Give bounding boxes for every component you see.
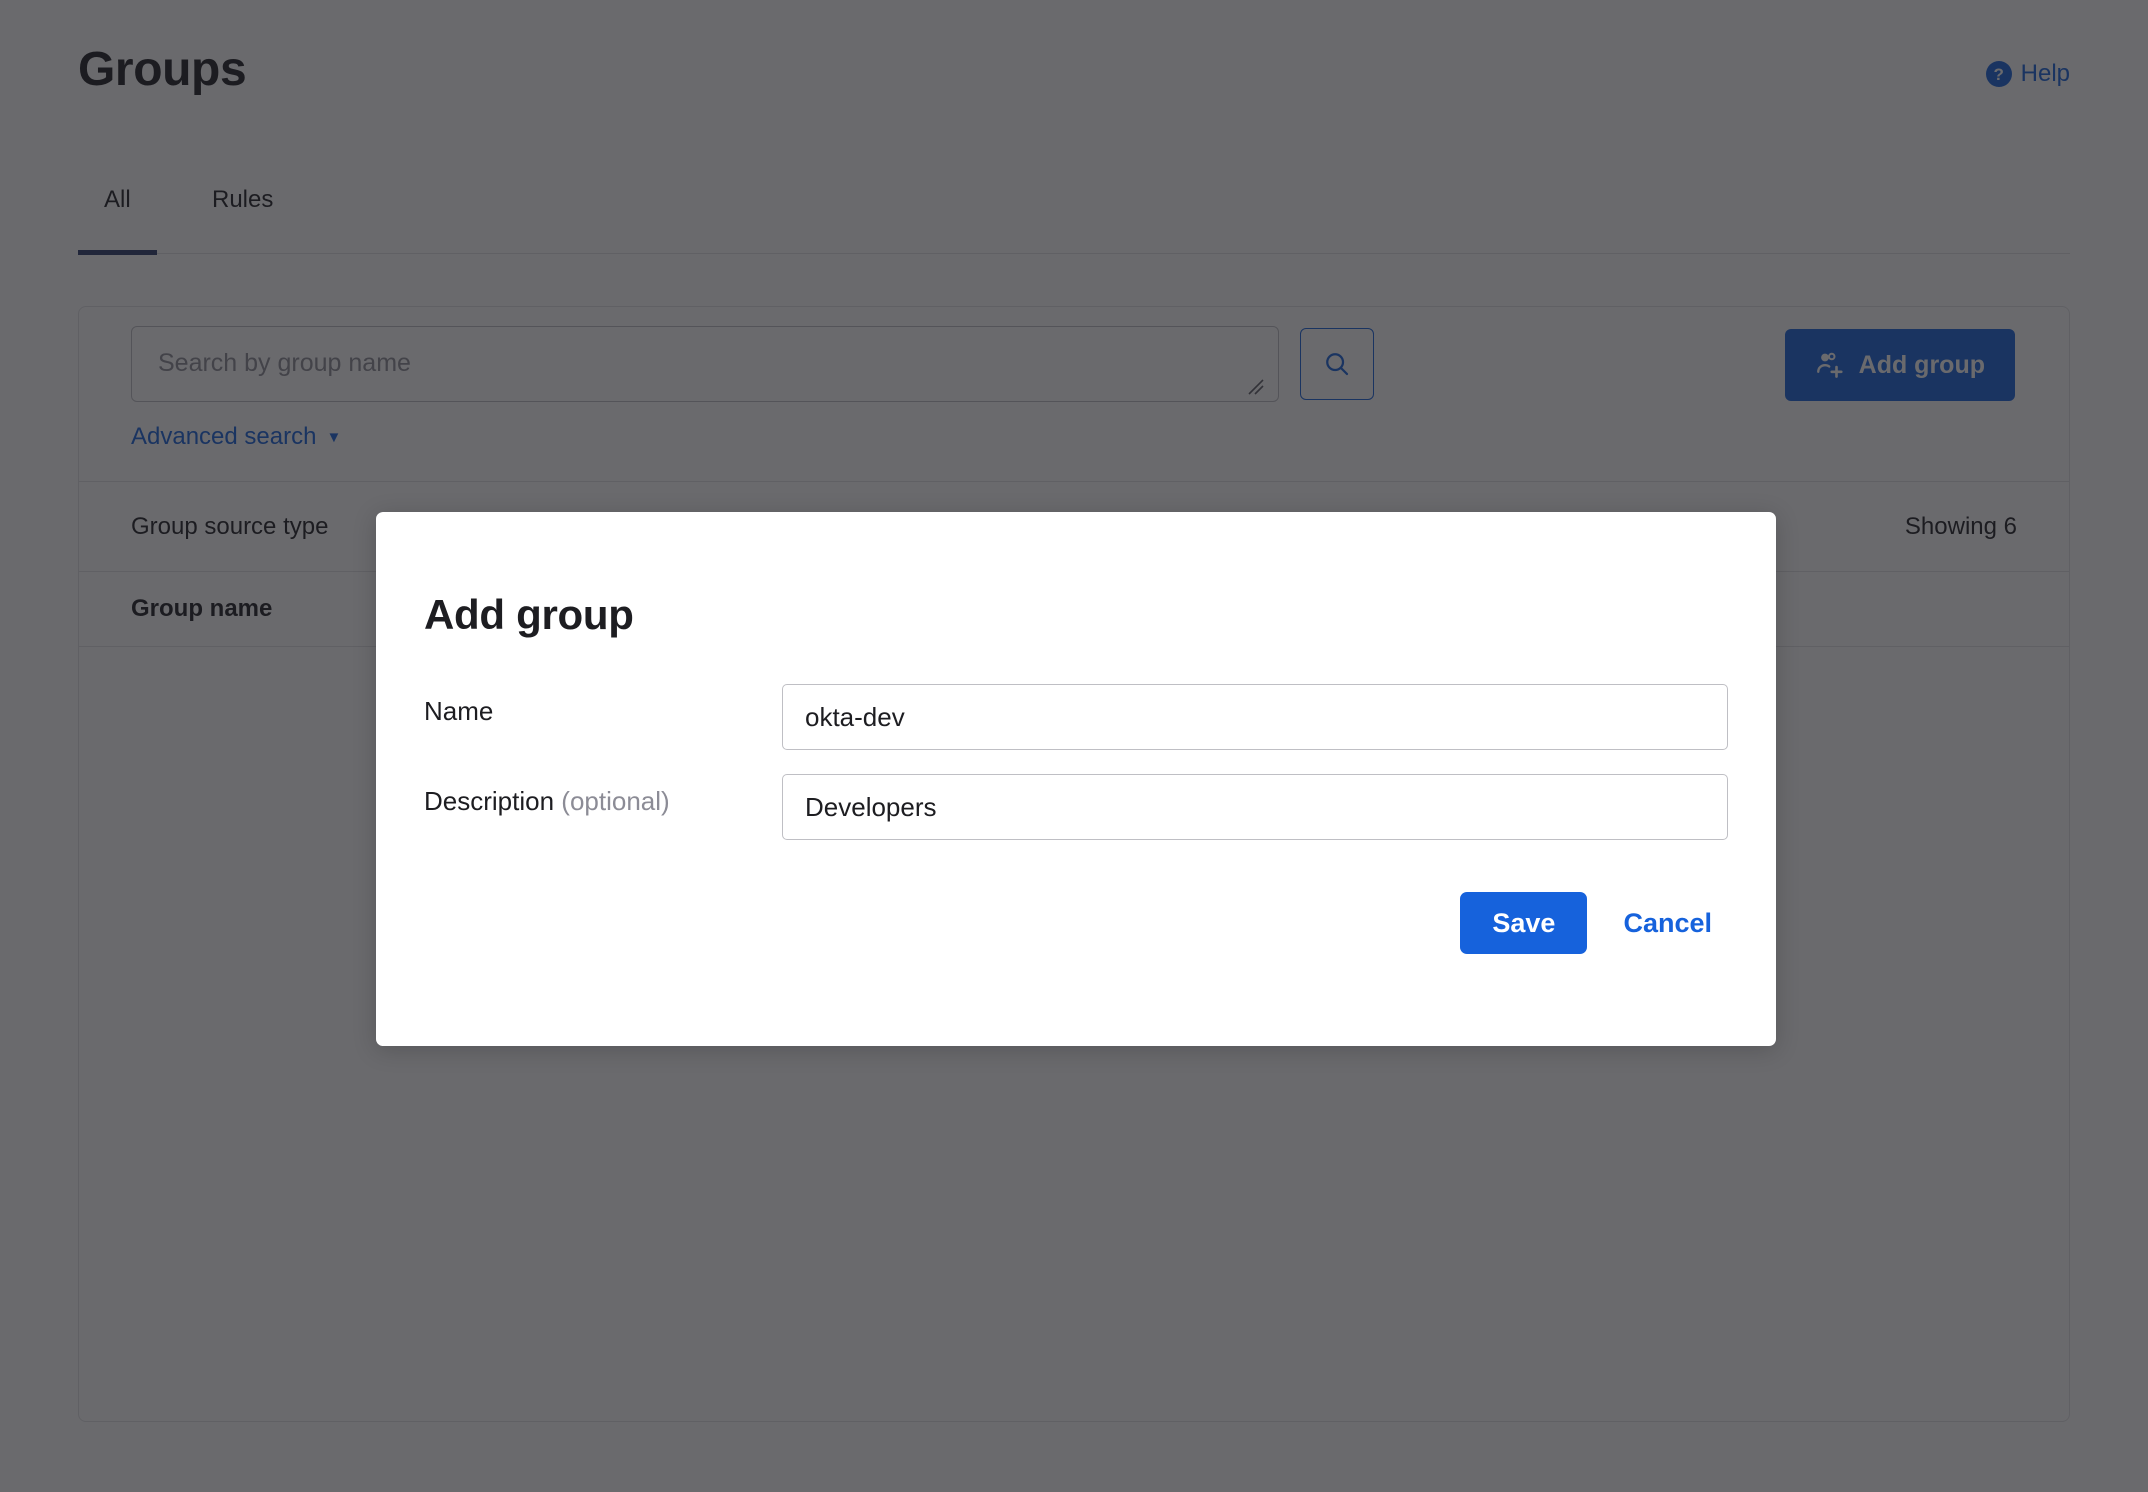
description-label: Description (optional) (424, 786, 670, 817)
description-input[interactable] (782, 774, 1728, 840)
name-label: Name (424, 696, 494, 726)
cancel-button[interactable]: Cancel (1607, 908, 1728, 939)
add-group-modal: Add group Name Description (optional) Sa… (376, 512, 1776, 1046)
modal-actions: Save Cancel (1460, 892, 1728, 954)
save-button[interactable]: Save (1460, 892, 1588, 954)
description-label-text: Description (424, 786, 555, 816)
name-input[interactable] (782, 684, 1728, 750)
modal-title: Add group (424, 591, 634, 638)
description-optional-text: (optional) (561, 786, 670, 816)
